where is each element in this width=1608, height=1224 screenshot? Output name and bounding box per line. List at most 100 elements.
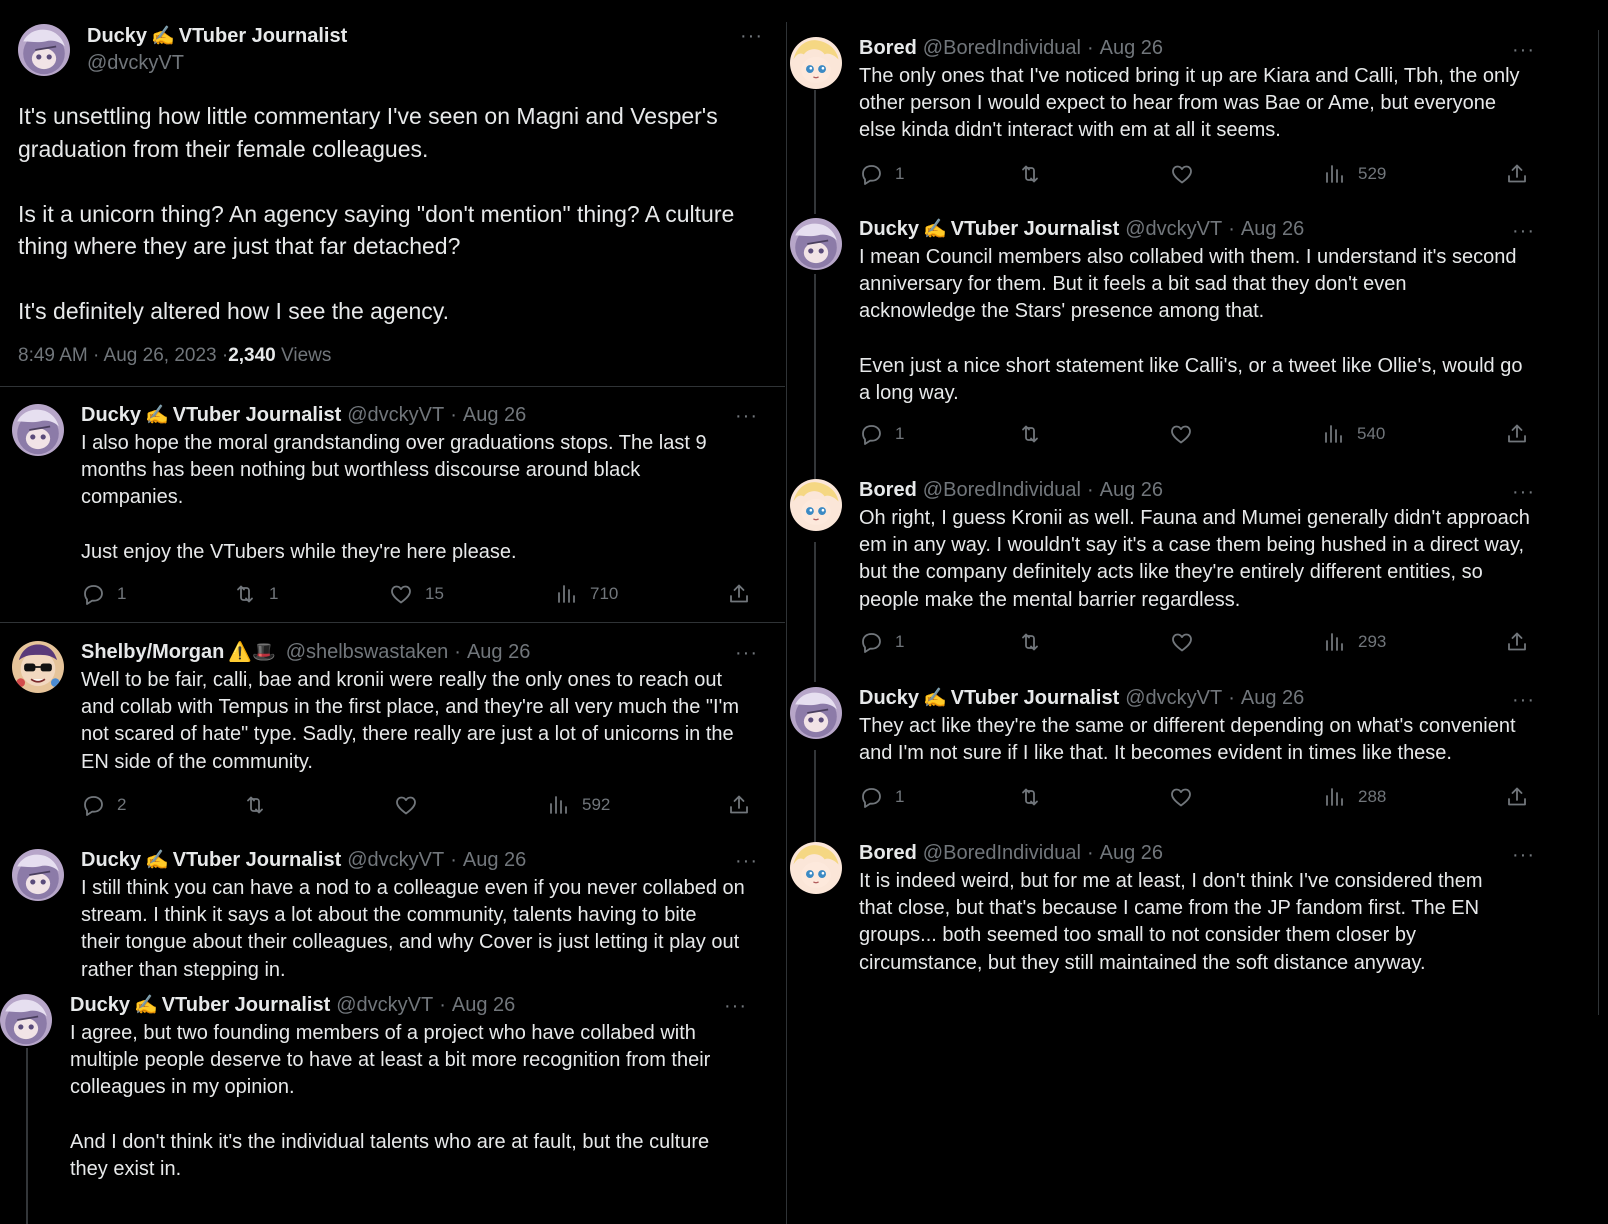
action-bar: 1 540 [859, 421, 1559, 447]
author-handle[interactable]: @shelbswastaken [286, 640, 449, 664]
views-icon [1326, 788, 1343, 806]
author-name-suffix[interactable]: VTuber Journalist [173, 403, 342, 427]
author-name-suffix[interactable]: VTuber Journalist [951, 217, 1120, 241]
more-icon[interactable]: ··· [1512, 482, 1535, 502]
tweet-date[interactable]: Aug 26 [1100, 36, 1163, 60]
more-icon[interactable]: ··· [1512, 40, 1535, 60]
avatar[interactable] [790, 687, 842, 739]
reply-button[interactable]: 1 [859, 784, 904, 810]
repost-button[interactable]: 1 [233, 581, 278, 607]
reply-button[interactable]: 1 [81, 581, 126, 607]
author-handle[interactable]: @dvckyVT [1125, 686, 1222, 710]
author-handle[interactable]: @BoredIndividual [923, 478, 1081, 502]
repost-button[interactable] [1018, 784, 1042, 810]
author-handle[interactable]: @dvckyVT [87, 51, 184, 75]
share-button[interactable] [1505, 629, 1529, 655]
share-icon [730, 584, 748, 603]
repost-icon [247, 796, 263, 814]
views-button[interactable]: 293 [1322, 629, 1386, 655]
avatar[interactable] [0, 994, 52, 1046]
like-button[interactable] [1170, 629, 1194, 655]
author-handle[interactable]: @dvckyVT [1125, 217, 1222, 241]
views-button[interactable]: 710 [554, 581, 618, 607]
separator: · [450, 849, 457, 871]
more-icon[interactable]: ··· [724, 996, 747, 1016]
separator: · [439, 994, 446, 1016]
author-name[interactable]: Ducky [87, 24, 147, 48]
author-name[interactable]: Ducky [81, 403, 141, 427]
more-icon[interactable]: ··· [1512, 221, 1535, 241]
views-button[interactable]: 529 [1322, 161, 1386, 187]
author-name[interactable]: Ducky [70, 993, 130, 1017]
handle-row: @dvckyVT [87, 51, 184, 75]
tweet-date[interactable]: Aug 26 [1241, 217, 1304, 241]
reply-icon [84, 796, 103, 816]
avatar[interactable] [790, 479, 842, 531]
writing-hand-emoji: ✍️ [145, 849, 169, 871]
repost-button[interactable] [1018, 161, 1042, 187]
author-name[interactable]: Bored [859, 36, 917, 60]
author-name[interactable]: Bored [859, 478, 917, 502]
author-handle[interactable]: @dvckyVT [347, 403, 444, 427]
author-name[interactable]: Bored [859, 841, 917, 865]
views-button[interactable]: 540 [1321, 421, 1385, 447]
author-handle[interactable]: @dvckyVT [347, 848, 444, 872]
views-button[interactable]: 288 [1322, 784, 1386, 810]
more-icon[interactable]: ··· [1512, 845, 1535, 865]
more-icon[interactable]: ··· [735, 851, 758, 871]
like-button[interactable] [1170, 161, 1194, 187]
more-icon[interactable]: ··· [735, 643, 758, 663]
like-button[interactable] [394, 792, 418, 818]
avatar[interactable] [12, 404, 64, 456]
tweet-date[interactable]: Aug 26 [463, 403, 526, 427]
share-button[interactable] [1505, 421, 1529, 447]
more-icon[interactable]: ··· [740, 26, 763, 46]
tweet-timestamp[interactable]: 8:49 AM · Aug 26, 2023 · [18, 344, 228, 368]
repost-button[interactable] [243, 792, 267, 818]
heart-icon [391, 585, 411, 604]
avatar[interactable] [790, 842, 842, 894]
tweet-date[interactable]: Aug 26 [467, 640, 530, 664]
repost-button[interactable] [1018, 421, 1042, 447]
author-name-suffix[interactable]: VTuber Journalist [179, 24, 348, 48]
more-icon[interactable]: ··· [735, 406, 758, 426]
avatar[interactable] [12, 641, 64, 693]
author-handle[interactable]: @dvckyVT [336, 993, 433, 1017]
share-button[interactable] [727, 792, 751, 818]
author-name-suffix[interactable]: VTuber Journalist [162, 993, 331, 1017]
reply-button[interactable]: 1 [859, 629, 904, 655]
tweet-date[interactable]: Aug 26 [1100, 478, 1163, 502]
author-name[interactable]: Ducky [859, 686, 919, 710]
tweet-date[interactable]: Aug 26 [1100, 841, 1163, 865]
share-button[interactable] [727, 581, 751, 607]
author-name[interactable]: Ducky [859, 217, 919, 241]
share-button[interactable] [1505, 784, 1529, 810]
avatar[interactable] [790, 218, 842, 270]
author-handle[interactable]: @BoredIndividual [923, 841, 1081, 865]
avatar[interactable] [790, 37, 842, 89]
action-bar: 1 293 [859, 629, 1559, 655]
repost-button[interactable] [1018, 629, 1042, 655]
separator: · [1228, 687, 1235, 709]
like-button[interactable]: 15 [389, 581, 444, 607]
tweet-date[interactable]: Aug 26 [1241, 686, 1304, 710]
author-name-suffix[interactable]: VTuber Journalist [951, 686, 1120, 710]
avatar[interactable] [12, 849, 64, 901]
author-name[interactable]: Ducky [81, 848, 141, 872]
share-button[interactable] [1505, 161, 1529, 187]
tweet-date[interactable]: Aug 26 [452, 993, 515, 1017]
avatar[interactable] [18, 24, 70, 76]
reply-button[interactable]: 1 [859, 421, 904, 447]
author-name[interactable]: Shelby/Morgan [81, 640, 224, 664]
author-name-suffix[interactable]: VTuber Journalist [173, 848, 342, 872]
action-bar: 1 529 [859, 161, 1559, 187]
reply-button[interactable]: 2 [81, 792, 126, 818]
tweet-text: The only ones that I've noticed bring it… [859, 65, 1520, 142]
views-button[interactable]: 592 [546, 792, 610, 818]
author-handle[interactable]: @BoredIndividual [923, 36, 1081, 60]
like-button[interactable] [1169, 784, 1193, 810]
like-button[interactable] [1169, 421, 1193, 447]
tweet-date[interactable]: Aug 26 [463, 848, 526, 872]
reply-button[interactable]: 1 [859, 161, 904, 187]
more-icon[interactable]: ··· [1512, 690, 1535, 710]
